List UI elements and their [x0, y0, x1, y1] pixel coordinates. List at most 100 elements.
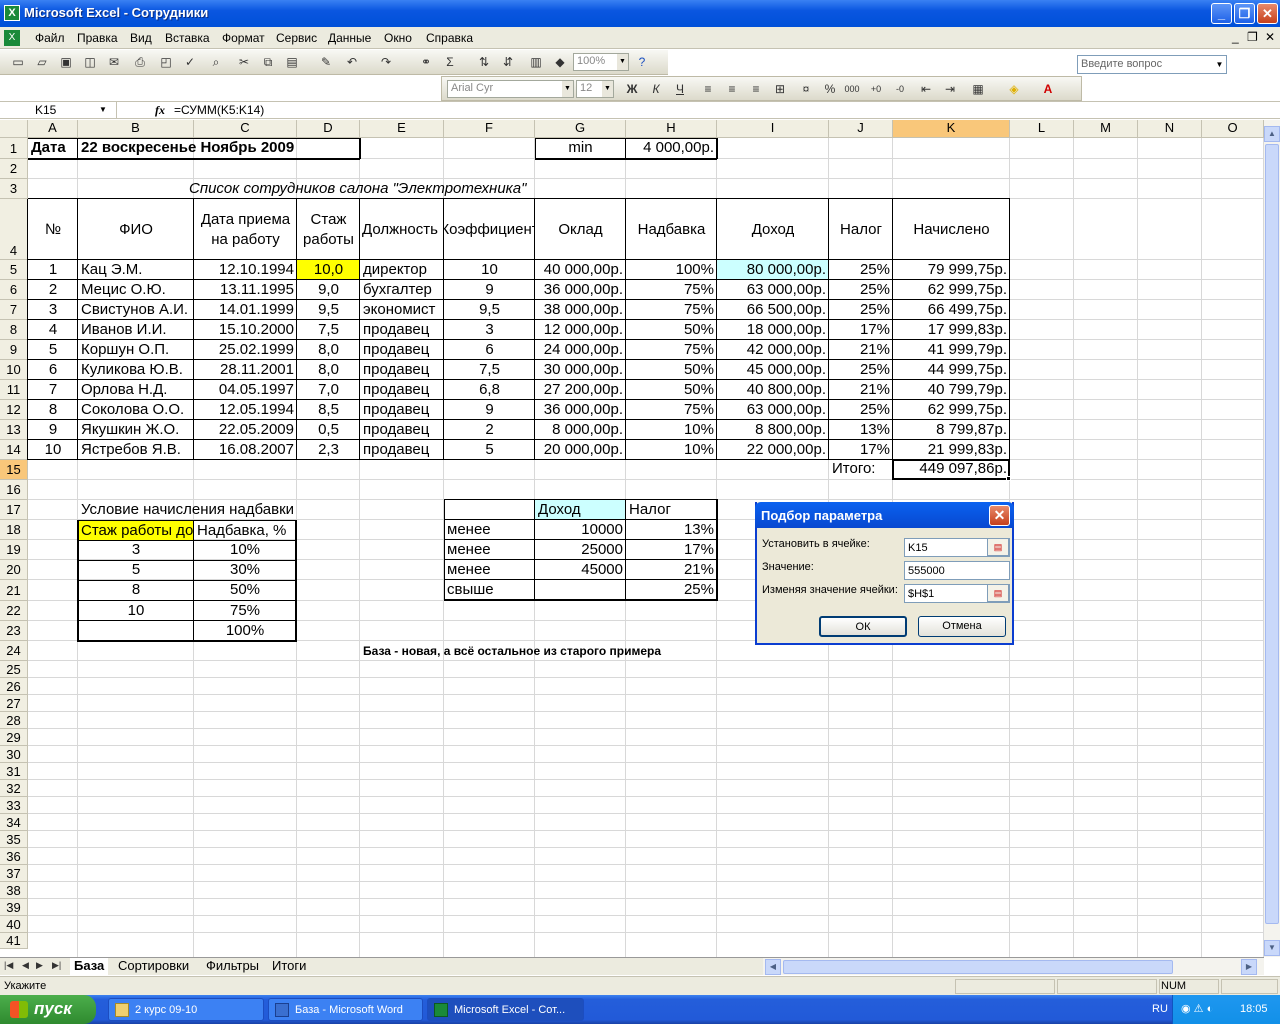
cell-j15[interactable]: Итого:	[829, 459, 878, 479]
table-cell[interactable]: 4	[28, 320, 78, 340]
copy-icon[interactable]: ⧉	[260, 54, 276, 70]
tax-cell[interactable]: 17%	[626, 540, 717, 560]
table-cell[interactable]: 14.01.1999	[194, 300, 297, 320]
column-header-c[interactable]: C	[194, 120, 297, 138]
tax-cell[interactable]: 25000	[535, 540, 626, 560]
table-cell[interactable]: 36 000,00р.	[535, 280, 626, 300]
table-cell[interactable]: 66 499,75р.	[893, 300, 1010, 320]
row-header-4[interactable]: 4	[0, 199, 28, 260]
table-cell[interactable]: 10%	[626, 420, 717, 440]
row-header-28[interactable]: 28	[0, 712, 28, 729]
task-folder[interactable]: 2 курс 09-10	[108, 998, 264, 1021]
table-cell[interactable]: 15.10.2000	[194, 320, 297, 340]
table-cell[interactable]: 8 799,87р.	[893, 420, 1010, 440]
row-header-35[interactable]: 35	[0, 831, 28, 848]
column-header-b[interactable]: B	[78, 120, 194, 138]
table-cell[interactable]: 04.05.1997	[194, 380, 297, 400]
table-cell[interactable]: 62 999,75р.	[893, 400, 1010, 420]
table-cell[interactable]: продавец	[360, 320, 444, 340]
tax-header[interactable]: Доход	[535, 500, 626, 520]
start-button[interactable]: пуск	[0, 995, 96, 1024]
table-cell[interactable]: 13%	[829, 420, 893, 440]
chart-wizard-icon[interactable]: ▥	[528, 54, 544, 70]
column-header-k[interactable]: K	[893, 120, 1010, 138]
scroll-left-icon[interactable]: ◀	[765, 959, 781, 975]
formula-input[interactable]: =СУММ(K5:K14)	[174, 103, 264, 117]
row-header-15[interactable]: 15	[0, 460, 28, 480]
table-cell[interactable]: Мецис О.Ю.	[78, 280, 194, 300]
row-header-11[interactable]: 11	[0, 380, 28, 400]
hyperlink-icon[interactable]: ⚭	[418, 54, 434, 70]
table-cell[interactable]: 2,3	[297, 440, 360, 460]
table-cell[interactable]: 40 000,00р.	[535, 260, 626, 280]
first-sheet-icon[interactable]: |◀	[4, 960, 13, 971]
row-header-1[interactable]: 1	[0, 138, 28, 159]
tax-cell[interactable]: менее	[444, 560, 535, 580]
table-cell[interactable]: 10,0	[297, 260, 360, 280]
tab-itogi[interactable]: Итоги	[268, 958, 310, 975]
table-cell[interactable]: 62 999,75р.	[893, 280, 1010, 300]
menu-format[interactable]: Формат	[222, 31, 265, 45]
column-header-n[interactable]: N	[1138, 120, 1202, 138]
column-header-l[interactable]: L	[1010, 120, 1074, 138]
column-header-h[interactable]: H	[626, 120, 717, 138]
table-cell[interactable]: 50%	[626, 360, 717, 380]
range-select-icon[interactable]: ▤	[987, 584, 1009, 602]
bonus-cell[interactable]: 100%	[194, 621, 296, 641]
decrease-indent-icon[interactable]: ⇤	[918, 81, 934, 97]
cell-h1[interactable]: 4 000,00р.	[626, 138, 717, 158]
cell-k15[interactable]: 449 097,86р.	[893, 459, 1010, 479]
menu-help[interactable]: Справка	[426, 31, 473, 45]
table-cell[interactable]: 40 800,00р.	[717, 380, 829, 400]
tax-header[interactable]	[444, 500, 535, 520]
column-header-g[interactable]: G	[535, 120, 626, 138]
bonus-header[interactable]: Надбавка, %	[194, 521, 296, 541]
table-cell[interactable]: 80 000,00р.	[717, 260, 829, 280]
sheet-title[interactable]: Список сотрудников салона "Электротехник…	[186, 179, 529, 199]
table-cell[interactable]: 25%	[829, 280, 893, 300]
bonus-cell[interactable]: 50%	[194, 580, 296, 600]
table-cell[interactable]: 12.05.1994	[194, 400, 297, 420]
chevron-down-icon[interactable]: ▼	[99, 105, 107, 114]
table-cell[interactable]: 22 000,00р.	[717, 440, 829, 460]
row-header-5[interactable]: 5	[0, 260, 28, 280]
tax-cell[interactable]: свыше	[444, 580, 535, 600]
table-cell[interactable]: 42 000,00р.	[717, 340, 829, 360]
table-cell[interactable]: 25.02.1999	[194, 340, 297, 360]
table-cell[interactable]: 8 000,00р.	[535, 420, 626, 440]
email-icon[interactable]: ✉	[106, 54, 122, 70]
row-header-27[interactable]: 27	[0, 695, 28, 712]
table-cell[interactable]: продавец	[360, 360, 444, 380]
bonus-cell[interactable]: 5	[78, 560, 194, 580]
align-left-icon[interactable]: ≡	[700, 81, 716, 97]
table-cell[interactable]: 7,5	[444, 360, 535, 380]
table-cell[interactable]: 3	[444, 320, 535, 340]
table-cell[interactable]: 1	[28, 260, 78, 280]
table-cell[interactable]: 44 999,75р.	[893, 360, 1010, 380]
name-box[interactable]: K15 ▼	[1, 102, 117, 119]
row-header-36[interactable]: 36	[0, 848, 28, 865]
column-header-o[interactable]: O	[1202, 120, 1264, 138]
scroll-down-icon[interactable]: ▼	[1264, 940, 1280, 956]
tax-header[interactable]: Налог	[626, 500, 717, 520]
table-cell[interactable]: 45 000,00р.	[717, 360, 829, 380]
drawing-icon[interactable]: ◆	[552, 54, 568, 70]
horizontal-scroll-thumb[interactable]	[783, 960, 1173, 974]
fill-handle[interactable]	[1006, 476, 1011, 481]
tray-icons[interactable]: ◉ ⚠ ◐	[1181, 1002, 1213, 1015]
table-cell[interactable]: 22.05.2009	[194, 420, 297, 440]
table-cell[interactable]: 50%	[626, 380, 717, 400]
table-cell[interactable]: 5	[28, 340, 78, 360]
row-header-8[interactable]: 8	[0, 320, 28, 340]
chevron-down-icon[interactable]: ▼	[617, 54, 628, 70]
table-header[interactable]: Налог	[829, 200, 893, 260]
table-cell[interactable]: 63 000,00р.	[717, 400, 829, 420]
table-cell[interactable]: 3	[28, 300, 78, 320]
table-cell[interactable]: 24 000,00р.	[535, 340, 626, 360]
row-header-17[interactable]: 17	[0, 500, 28, 520]
bonus-cell[interactable]: 10	[78, 601, 194, 621]
horizontal-scrollbar[interactable]: ◀ ▶	[763, 957, 1264, 975]
table-cell[interactable]: 7	[28, 380, 78, 400]
table-cell[interactable]: 9	[444, 280, 535, 300]
table-header[interactable]: Надбавка	[626, 200, 717, 260]
